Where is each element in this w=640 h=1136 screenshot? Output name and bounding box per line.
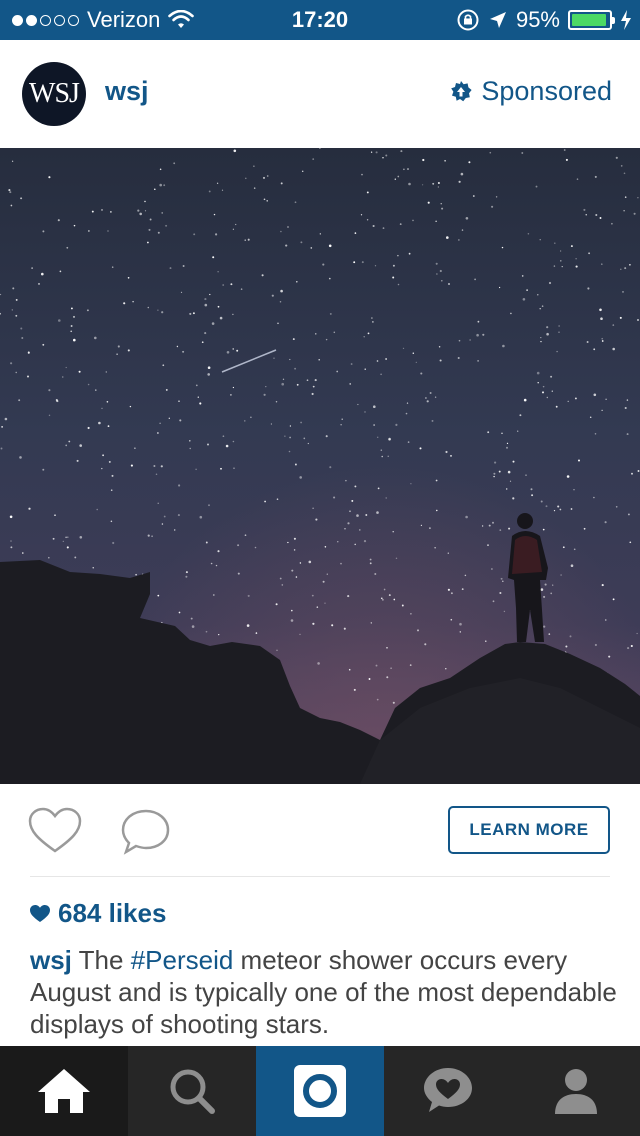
comment-bubble-icon bbox=[121, 809, 170, 855]
night-sky-photo bbox=[0, 148, 640, 784]
heart-outline-icon bbox=[28, 807, 82, 853]
status-left: Verizon bbox=[12, 0, 195, 40]
heart-filled-icon bbox=[30, 904, 50, 922]
status-bar: Verizon 17:20 95% bbox=[0, 0, 640, 40]
bottom-tab-bar bbox=[0, 1046, 640, 1136]
home-icon bbox=[38, 1069, 90, 1113]
carrier-name: Verizon bbox=[87, 7, 161, 32]
profile-icon bbox=[555, 1069, 597, 1114]
camera-icon bbox=[294, 1065, 346, 1117]
caption-username[interactable]: wsj bbox=[30, 945, 72, 975]
avatar-logo-text: WSJ bbox=[29, 78, 80, 109]
actions-divider bbox=[30, 876, 610, 877]
post-header: WSJ wsj Sponsored bbox=[0, 40, 640, 148]
search-icon bbox=[170, 1069, 215, 1114]
sponsored-text: Sponsored bbox=[481, 76, 612, 106]
tab-profile[interactable] bbox=[512, 1046, 640, 1136]
battery-icon bbox=[568, 10, 615, 30]
tab-home[interactable] bbox=[0, 1046, 128, 1136]
tab-activity[interactable] bbox=[384, 1046, 512, 1136]
post-actions: LEARN MORE bbox=[0, 784, 640, 876]
sponsored-label[interactable]: Sponsored bbox=[449, 76, 612, 107]
comment-button[interactable] bbox=[120, 806, 174, 856]
location-arrow-icon bbox=[489, 12, 506, 28]
charging-bolt-icon bbox=[621, 10, 631, 30]
caption-hashtag[interactable]: #Perseid bbox=[131, 945, 234, 975]
likes-count[interactable]: 684 likes bbox=[30, 898, 166, 929]
post-caption: wsj The #Perseid meteor shower occurs ev… bbox=[30, 944, 620, 1040]
caption-text-before: The bbox=[71, 945, 131, 975]
post-username[interactable]: wsj bbox=[105, 76, 149, 107]
status-right: 95% bbox=[456, 0, 632, 40]
battery-percentage: 95% bbox=[515, 7, 560, 32]
signal-strength-icon bbox=[12, 14, 79, 26]
tab-camera[interactable] bbox=[256, 1046, 384, 1136]
likes-label: 684 likes bbox=[58, 898, 167, 928]
learn-more-button[interactable]: LEARN MORE bbox=[448, 806, 610, 854]
avatar[interactable]: WSJ bbox=[22, 62, 86, 126]
sponsored-badge-icon bbox=[451, 80, 472, 101]
wifi-icon bbox=[168, 10, 195, 28]
tab-search[interactable] bbox=[128, 1046, 256, 1136]
post-photo[interactable] bbox=[0, 148, 640, 784]
rotation-lock-icon bbox=[457, 9, 479, 31]
like-button[interactable] bbox=[28, 806, 82, 856]
activity-icon bbox=[424, 1068, 472, 1112]
battery-level bbox=[572, 14, 607, 26]
